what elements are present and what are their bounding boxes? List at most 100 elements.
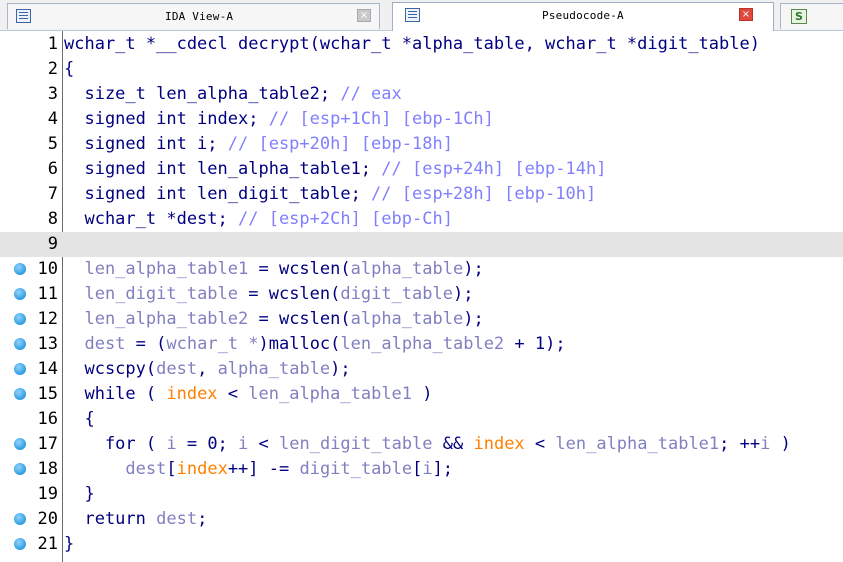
- code-highlighted-variable[interactable]: index: [177, 459, 228, 479]
- code-comment: // [esp+20h] [ebp-18h]: [227, 134, 453, 154]
- code-line[interactable]: 6 signed int len_alpha_table1; // [esp+2…: [0, 157, 843, 182]
- code-variable[interactable]: dest: [125, 459, 166, 479]
- line-number: 17: [37, 434, 58, 454]
- pseudocode-view-icon: [405, 8, 420, 22]
- tab-strings[interactable]: S: [780, 3, 843, 29]
- code-comment: // [esp+28h] [ebp-10h]: [371, 184, 597, 204]
- tab-title: Pseudocode-A: [542, 9, 624, 22]
- code-variable[interactable]: dest: [84, 334, 125, 354]
- code-text: while ( index < len_alpha_table1 ): [64, 384, 432, 405]
- breakpoint-dot-icon[interactable]: [14, 388, 26, 400]
- code-line[interactable]: 13 dest = (wchar_t *)malloc(len_alpha_ta…: [0, 332, 843, 357]
- code-line[interactable]: 3 size_t len_alpha_table2; // eax: [0, 82, 843, 107]
- code-token: <: [217, 384, 249, 404]
- code-line[interactable]: 16 {: [0, 407, 843, 432]
- code-line[interactable]: 10 len_alpha_table1 = wcslen(alpha_table…: [0, 257, 843, 282]
- code-variable[interactable]: len_alpha_table1: [84, 259, 248, 279]
- code-highlighted-variable[interactable]: index: [473, 434, 524, 454]
- code-comment: // eax: [340, 84, 402, 104]
- code-token: ): [770, 434, 791, 454]
- code-variable[interactable]: len_alpha_table2: [340, 334, 504, 354]
- code-line[interactable]: 14 wcscpy(dest, alpha_table);: [0, 357, 843, 382]
- code-line[interactable]: 9: [0, 232, 843, 257]
- breakpoint-dot-icon[interactable]: [14, 313, 26, 325]
- code-variable[interactable]: alpha_table: [218, 359, 331, 379]
- code-variable[interactable]: i: [760, 434, 770, 454]
- breakpoint-dot-icon[interactable]: [14, 288, 26, 300]
- close-icon[interactable]: ×: [357, 9, 371, 22]
- line-number: 7: [47, 184, 58, 204]
- code-line[interactable]: 8 wchar_t *dest; // [esp+2Ch] [ebp-Ch]: [0, 207, 843, 232]
- code-token: signed int i;: [64, 134, 228, 154]
- code-variable[interactable]: len_digit_table: [84, 284, 238, 304]
- code-line[interactable]: 2{: [0, 57, 843, 82]
- code-token: ++] -=: [227, 459, 300, 479]
- code-variable[interactable]: i: [422, 459, 432, 479]
- code-text: wchar_t *dest; // [esp+2Ch] [ebp-Ch]: [64, 209, 452, 230]
- code-line[interactable]: 5 signed int i; // [esp+20h] [ebp-18h]: [0, 132, 843, 157]
- code-comment: // [esp+24h] [ebp-14h]: [381, 159, 607, 179]
- code-text: for ( i = 0; i < len_digit_table && inde…: [64, 434, 791, 455]
- code-token: = (: [125, 334, 167, 354]
- line-number: 10: [37, 259, 58, 279]
- breakpoint-dot-icon[interactable]: [14, 463, 26, 475]
- code-text: len_alpha_table1 = wcslen(alpha_table);: [64, 259, 483, 280]
- breakpoint-dot-icon[interactable]: [14, 263, 26, 275]
- code-token: = wcslen(: [238, 284, 341, 304]
- breakpoint-dot-icon[interactable]: [14, 338, 26, 350]
- code-line[interactable]: 21}: [0, 532, 843, 557]
- code-token: );: [330, 359, 351, 379]
- code-variable[interactable]: len_alpha_table1: [248, 384, 412, 404]
- code-text: signed int len_digit_table; // [esp+28h]…: [64, 184, 596, 205]
- line-number: 8: [47, 209, 58, 229]
- code-variable[interactable]: digit_table: [340, 284, 453, 304]
- code-variable[interactable]: len_alpha_table1: [555, 434, 719, 454]
- code-line[interactable]: 20 return dest;: [0, 507, 843, 532]
- code-token: while (: [64, 384, 167, 404]
- line-number: 12: [37, 309, 58, 329]
- code-line[interactable]: 19 }: [0, 482, 843, 507]
- breakpoint-dot-icon[interactable]: [14, 513, 26, 525]
- breakpoint-dot-icon[interactable]: [14, 538, 26, 550]
- code-line[interactable]: 18 dest[index++] -= digit_table[i];: [0, 457, 843, 482]
- code-variable[interactable]: len_alpha_table2: [84, 309, 248, 329]
- code-token: ; ++: [719, 434, 761, 454]
- breakpoint-dot-icon[interactable]: [14, 363, 26, 375]
- close-icon[interactable]: ×: [739, 8, 753, 21]
- code-line[interactable]: 4 signed int index; // [esp+1Ch] [ebp-1C…: [0, 107, 843, 132]
- breakpoint-dot-icon[interactable]: [14, 438, 26, 450]
- code-text: signed int i; // [esp+20h] [ebp-18h]: [64, 134, 453, 155]
- code-variable[interactable]: dest: [156, 509, 197, 529]
- code-line[interactable]: 15 while ( index < len_alpha_table1 ): [0, 382, 843, 407]
- code-token: [: [166, 459, 177, 479]
- code-variable[interactable]: digit_table: [299, 459, 412, 479]
- code-line[interactable]: 7 signed int len_digit_table; // [esp+28…: [0, 182, 843, 207]
- code-line[interactable]: 12 len_alpha_table2 = wcslen(alpha_table…: [0, 307, 843, 332]
- code-variable[interactable]: wchar_t *: [166, 334, 258, 354]
- code-variable[interactable]: dest: [156, 359, 197, 379]
- code-variable[interactable]: i: [238, 434, 248, 454]
- tab-ida-view-a[interactable]: IDA View-A ×: [7, 3, 380, 29]
- code-variable[interactable]: len_digit_table: [279, 434, 433, 454]
- code-token: {: [64, 59, 75, 79]
- code-variable[interactable]: alpha_table: [351, 259, 464, 279]
- code-line[interactable]: 17 for ( i = 0; i < len_digit_table && i…: [0, 432, 843, 457]
- code-token: return: [64, 509, 157, 529]
- tab-pseudocode-a[interactable]: Pseudocode-A ×: [392, 2, 774, 31]
- code-text: wchar_t *__cdecl decrypt(wchar_t *alpha_…: [64, 34, 760, 55]
- code-token: = 0;: [176, 434, 239, 454]
- line-number: 3: [47, 84, 58, 104]
- line-number: 18: [37, 459, 58, 479]
- code-token: size_t len_alpha_table2;: [64, 84, 341, 104]
- code-variable[interactable]: alpha_table: [351, 309, 464, 329]
- tab-bar: IDA View-A × Pseudocode-A × S: [0, 0, 843, 31]
- code-highlighted-variable[interactable]: index: [166, 384, 217, 404]
- code-text: {: [64, 409, 94, 430]
- code-line[interactable]: 1 wchar_t *__cdecl decrypt(wchar_t *alpha…: [0, 32, 843, 57]
- code-line[interactable]: 11 len_digit_table = wcslen(digit_table)…: [0, 282, 843, 307]
- line-number: 2: [47, 59, 58, 79]
- code-comment: // [esp+1Ch] [ebp-1Ch]: [268, 109, 494, 129]
- pseudocode-editor[interactable]: 1 wchar_t *__cdecl decrypt(wchar_t *alpha…: [0, 31, 843, 562]
- code-variable[interactable]: i: [166, 434, 176, 454]
